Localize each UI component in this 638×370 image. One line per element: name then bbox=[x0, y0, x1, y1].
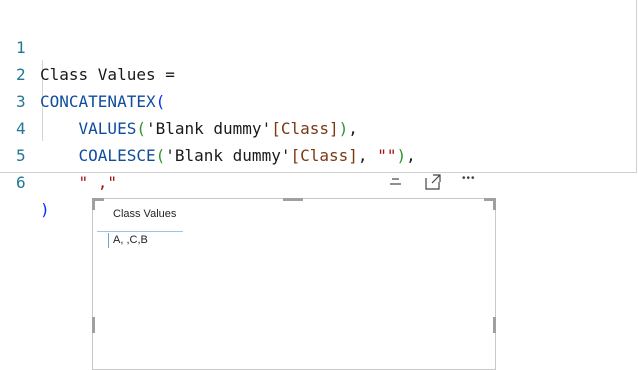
code-line-4[interactable]: 4 COALESCE('Blank dummy'[Class], ""), bbox=[0, 88, 416, 165]
column-reference: [Class] bbox=[271, 119, 339, 138]
filter-icon[interactable] bbox=[384, 172, 406, 192]
table-reference: 'Blank dummy' bbox=[145, 119, 272, 138]
comma: , bbox=[357, 146, 368, 165]
code-line-5[interactable]: 5 " ," bbox=[0, 115, 117, 192]
header-divider bbox=[97, 231, 183, 232]
measure-declaration: Class Values = bbox=[40, 65, 175, 84]
code-line-6[interactable]: 6 ) bbox=[0, 142, 50, 219]
code-line-1[interactable]: 1 Class Values = bbox=[0, 7, 175, 84]
function-values: VALUES bbox=[78, 119, 137, 138]
close-paren: ) bbox=[396, 146, 407, 165]
comma: , bbox=[348, 119, 358, 138]
code-line-3[interactable]: 3 VALUES('Blank dummy'[Class]), bbox=[0, 61, 358, 138]
comma: , bbox=[406, 146, 416, 165]
table-visual[interactable]: Class Values A, ,C,B bbox=[92, 198, 496, 370]
column-reference: [Class] bbox=[290, 146, 358, 165]
line-number: 6 bbox=[16, 173, 26, 192]
resize-handle-top-right-vertical[interactable] bbox=[493, 198, 496, 210]
resize-handle-right[interactable] bbox=[493, 317, 496, 333]
table-cell[interactable]: A, ,C,B bbox=[113, 234, 148, 246]
more-options-icon[interactable]: ••• bbox=[462, 172, 488, 192]
resize-handle-top[interactable] bbox=[283, 198, 303, 201]
dax-formula-editor[interactable]: 1 Class Values = 2 CONCATENATEX( 3 VALUE… bbox=[0, 0, 637, 219]
resize-handle-top-left-vertical[interactable] bbox=[92, 198, 95, 210]
open-paren: ( bbox=[155, 146, 166, 165]
function-concatenatex: CONCATENATEX bbox=[40, 92, 156, 111]
resize-handle-left[interactable] bbox=[92, 317, 95, 333]
table-reference: 'Blank dummy' bbox=[165, 146, 291, 165]
visual-header: ••• bbox=[380, 172, 500, 194]
string-literal: " ," bbox=[78, 173, 118, 192]
close-paren: ) bbox=[338, 119, 349, 138]
code-line-2[interactable]: 2 CONCATENATEX( bbox=[0, 34, 165, 111]
open-paren: ( bbox=[136, 119, 146, 138]
cell-selection-marker bbox=[108, 233, 109, 248]
close-paren: ) bbox=[40, 200, 50, 219]
column-header[interactable]: Class Values bbox=[113, 208, 176, 220]
function-coalesce: COALESCE bbox=[78, 146, 156, 165]
open-paren: ( bbox=[155, 92, 166, 111]
focus-mode-icon[interactable] bbox=[422, 172, 444, 192]
string-literal: "" bbox=[377, 146, 397, 165]
